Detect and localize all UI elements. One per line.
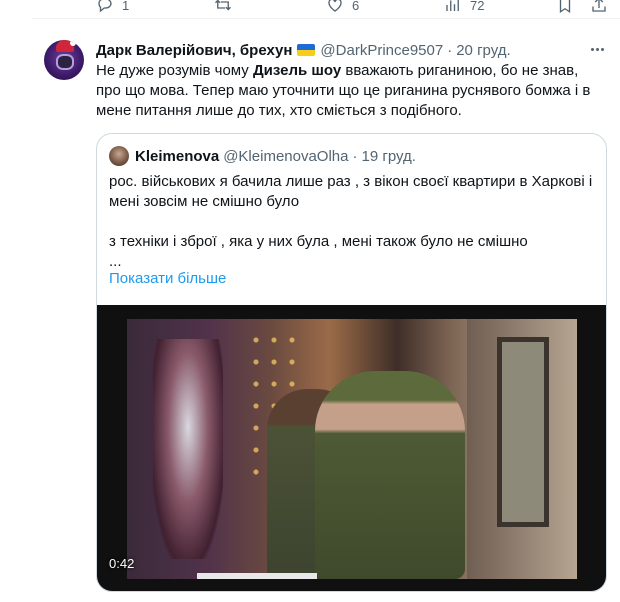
separator-dot: · xyxy=(352,147,358,165)
dot-icon xyxy=(590,47,594,51)
tweet-text: Не дуже розумів чому Дизель шоу вважають… xyxy=(96,61,606,121)
video-frame xyxy=(127,319,577,579)
quoted-paragraph: з техніки і зброї , яка у них була , мен… xyxy=(109,233,528,250)
display-name[interactable]: Дарк Валерійович, брехун xyxy=(96,42,292,59)
avatar[interactable] xyxy=(44,40,84,80)
separator-dot: · xyxy=(447,41,453,59)
quoted-text: рос. військових я бачила лише раз , з ві… xyxy=(109,172,597,272)
tweet-date[interactable]: 20 груд. xyxy=(456,42,510,59)
show-more-link[interactable]: Показати більше xyxy=(109,270,226,287)
user-handle[interactable]: @DarkPrince9507 xyxy=(320,42,443,59)
tweet-divider xyxy=(32,18,620,19)
quoted-tweet[interactable]: Kleimenova @KleimenovaOlha · 19 груд. ро… xyxy=(96,133,607,592)
quoted-handle: @KleimenovaOlha xyxy=(223,147,349,165)
views-button[interactable]: 72 xyxy=(444,0,484,14)
previous-tweet-action-bar: 1 6 72 xyxy=(0,0,620,18)
video-player[interactable]: 0:42 xyxy=(97,305,606,591)
retweet-button[interactable] xyxy=(214,0,240,14)
reply-icon xyxy=(98,0,112,13)
tweet-text-bold: Дизель шоу xyxy=(252,62,342,79)
ukraine-flag-icon xyxy=(297,44,316,56)
quoted-ellipsis: ... xyxy=(109,253,122,270)
person-in-camouflage xyxy=(315,371,465,579)
views-count: 72 xyxy=(470,0,485,13)
retweet-icon xyxy=(215,0,231,11)
share-icon xyxy=(592,0,606,12)
more-options-button[interactable] xyxy=(587,41,607,57)
views-icon xyxy=(446,0,459,11)
tweet-text-part: Не дуже розумів чому xyxy=(96,62,253,79)
dot-icon xyxy=(600,47,604,51)
share-button[interactable] xyxy=(590,0,608,14)
quoted-paragraph: рос. військових я бачила лише раз , з ві… xyxy=(109,173,593,210)
avatar-face xyxy=(56,54,74,70)
quoted-header: Kleimenova @KleimenovaOlha · 19 груд. xyxy=(135,146,416,166)
quoted-display-name: Kleimenova xyxy=(135,147,220,165)
tweet-header: Дарк Валерійович, брехун @DarkPrince9507… xyxy=(96,40,606,60)
quoted-avatar[interactable] xyxy=(109,146,129,166)
heart-icon xyxy=(328,0,342,12)
reply-button[interactable]: 1 xyxy=(96,0,129,14)
video-duration: 0:42 xyxy=(109,556,135,571)
bookmark-button[interactable] xyxy=(556,0,574,14)
reply-count: 1 xyxy=(122,0,130,13)
quoted-date: 19 груд. xyxy=(361,147,416,165)
background-window xyxy=(497,337,549,527)
like-count: 6 xyxy=(352,0,360,13)
bookmark-icon xyxy=(559,0,571,14)
like-button[interactable]: 6 xyxy=(326,0,359,14)
dot-icon xyxy=(595,47,599,51)
hat-pompom xyxy=(70,40,76,46)
christmas-tree xyxy=(153,339,223,559)
stage-floor xyxy=(197,573,317,579)
